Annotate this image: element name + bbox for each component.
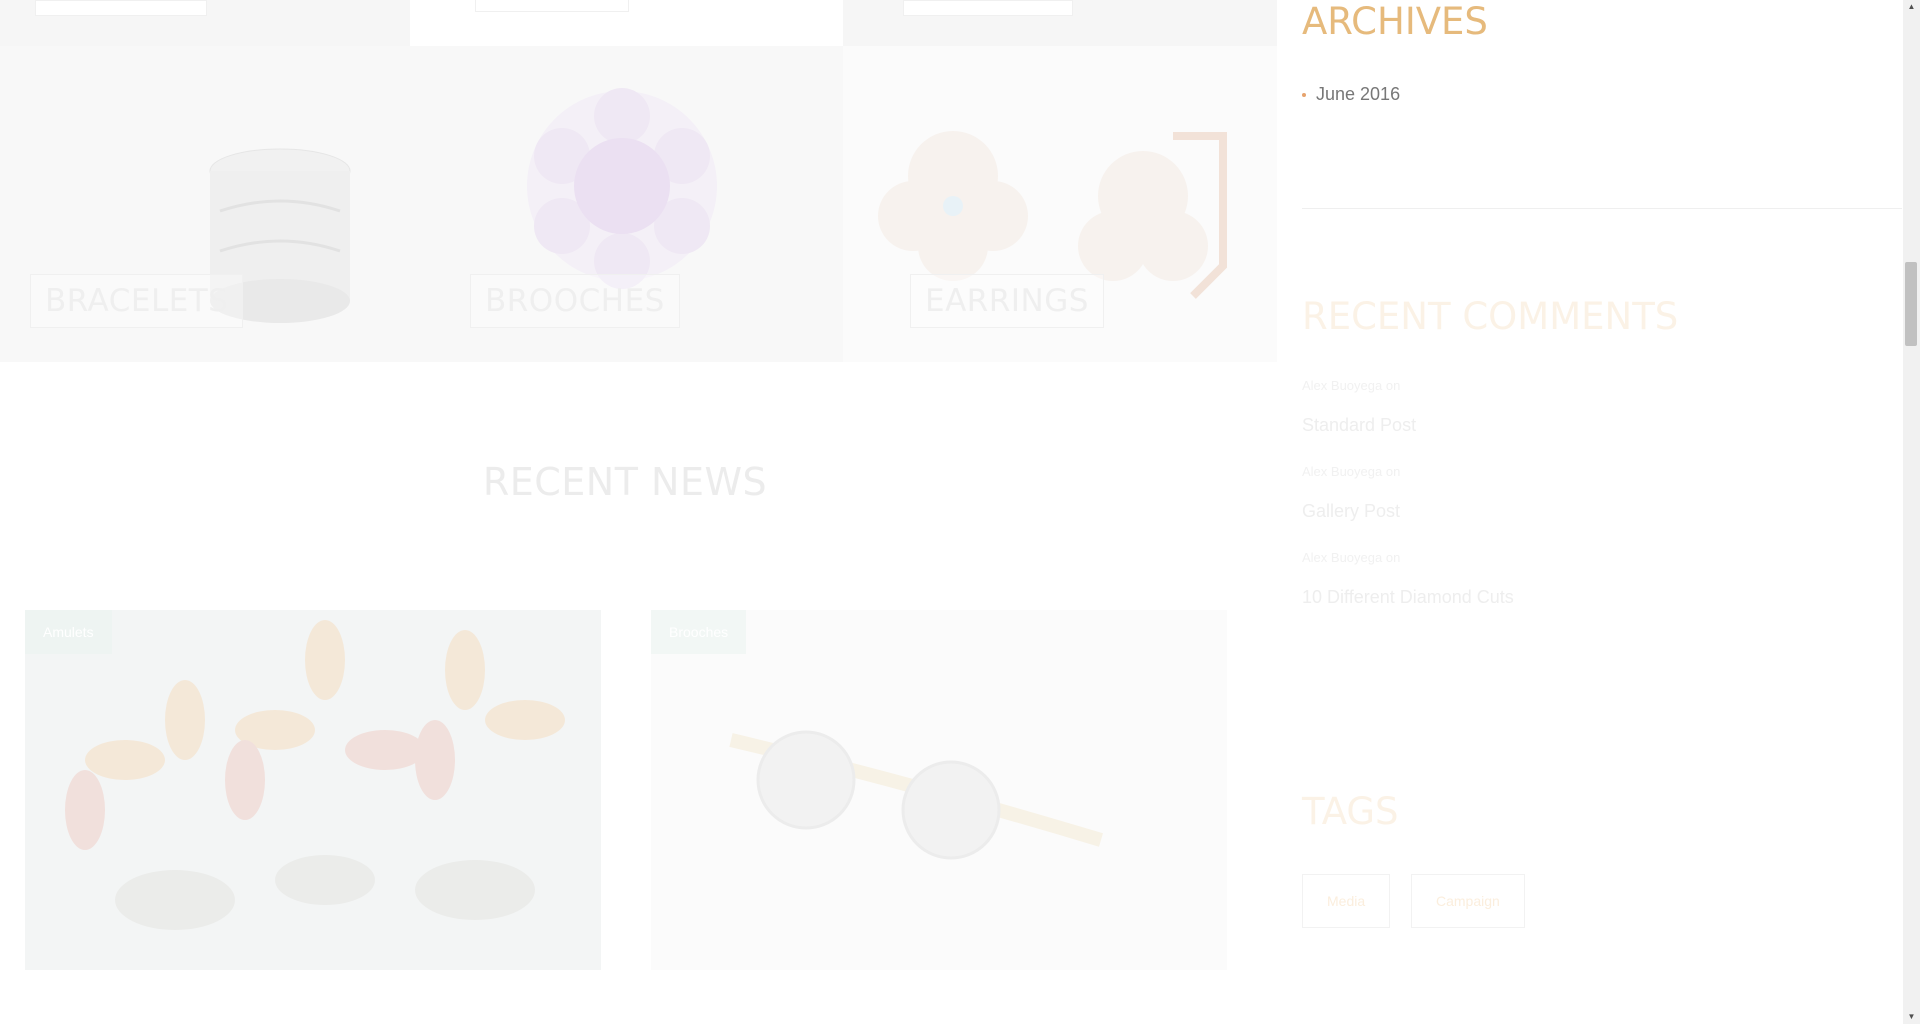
- scroll-up-icon[interactable]: ▲: [1903, 0, 1920, 14]
- comment-post-link[interactable]: Standard Post: [1302, 415, 1416, 436]
- scroll-down-icon[interactable]: ▼: [1903, 1010, 1920, 1024]
- comment-author: Alex Buoyega on: [1302, 378, 1400, 393]
- recent-comments-title: RECENT COMMENTS: [1302, 295, 1679, 338]
- tag-media[interactable]: Media: [1302, 874, 1391, 928]
- news-post-card[interactable]: Amulets: [25, 610, 601, 970]
- comment-author-name[interactable]: Alex Buoyega: [1302, 550, 1382, 565]
- archive-link-label[interactable]: June 2016: [1316, 84, 1400, 104]
- comment-author-name[interactable]: Alex Buoyega: [1302, 378, 1382, 393]
- category-tile-brooches[interactable]: BROOCHES: [430, 46, 843, 362]
- comment-on-text: on: [1385, 464, 1401, 479]
- archive-link[interactable]: June 2016: [1302, 84, 1400, 105]
- tag-campaign[interactable]: Campaign: [1411, 874, 1525, 928]
- comment-post-link[interactable]: Gallery Post: [1302, 501, 1400, 522]
- comment-on-text: on: [1385, 550, 1401, 565]
- category-button-top[interactable]: [903, 0, 1073, 16]
- recent-news-title: RECENT NEWS: [482, 460, 768, 504]
- category-tile-bracelets[interactable]: BRACELETS: [0, 46, 430, 362]
- sidebar-divider: [1302, 208, 1902, 209]
- scrollbar[interactable]: [1903, 0, 1920, 1024]
- category-label: BRACELETS: [30, 274, 244, 328]
- post-category-badge[interactable]: Amulets: [25, 610, 112, 654]
- comment-post-link[interactable]: 10 Different Diamond Cuts: [1302, 587, 1514, 608]
- news-post-card[interactable]: Brooches: [651, 610, 1227, 970]
- post-category-badge[interactable]: Brooches: [651, 610, 747, 654]
- brooch-rings-image: [651, 610, 1227, 970]
- scrollbar-thumb[interactable]: [1905, 262, 1917, 346]
- brooch-image: [527, 88, 717, 289]
- amulet-flowers-image: [25, 610, 601, 970]
- archives-title: ARCHIVES: [1302, 0, 1488, 43]
- comment-author: Alex Buoyega on: [1302, 464, 1400, 479]
- category-button-top[interactable]: [35, 0, 207, 16]
- comment-author: Alex Buoyega on: [1302, 550, 1400, 565]
- category-tile-earrings[interactable]: EARRINGS: [843, 46, 1277, 362]
- comment-author-name[interactable]: Alex Buoyega: [1302, 464, 1382, 479]
- bullet-icon: [1302, 93, 1306, 98]
- tags-title: TAGS: [1302, 790, 1399, 833]
- category-button-top[interactable]: [475, 0, 629, 12]
- comment-on-text: on: [1385, 378, 1401, 393]
- category-label: EARRINGS: [910, 274, 1104, 328]
- category-label: BROOCHES: [470, 274, 680, 328]
